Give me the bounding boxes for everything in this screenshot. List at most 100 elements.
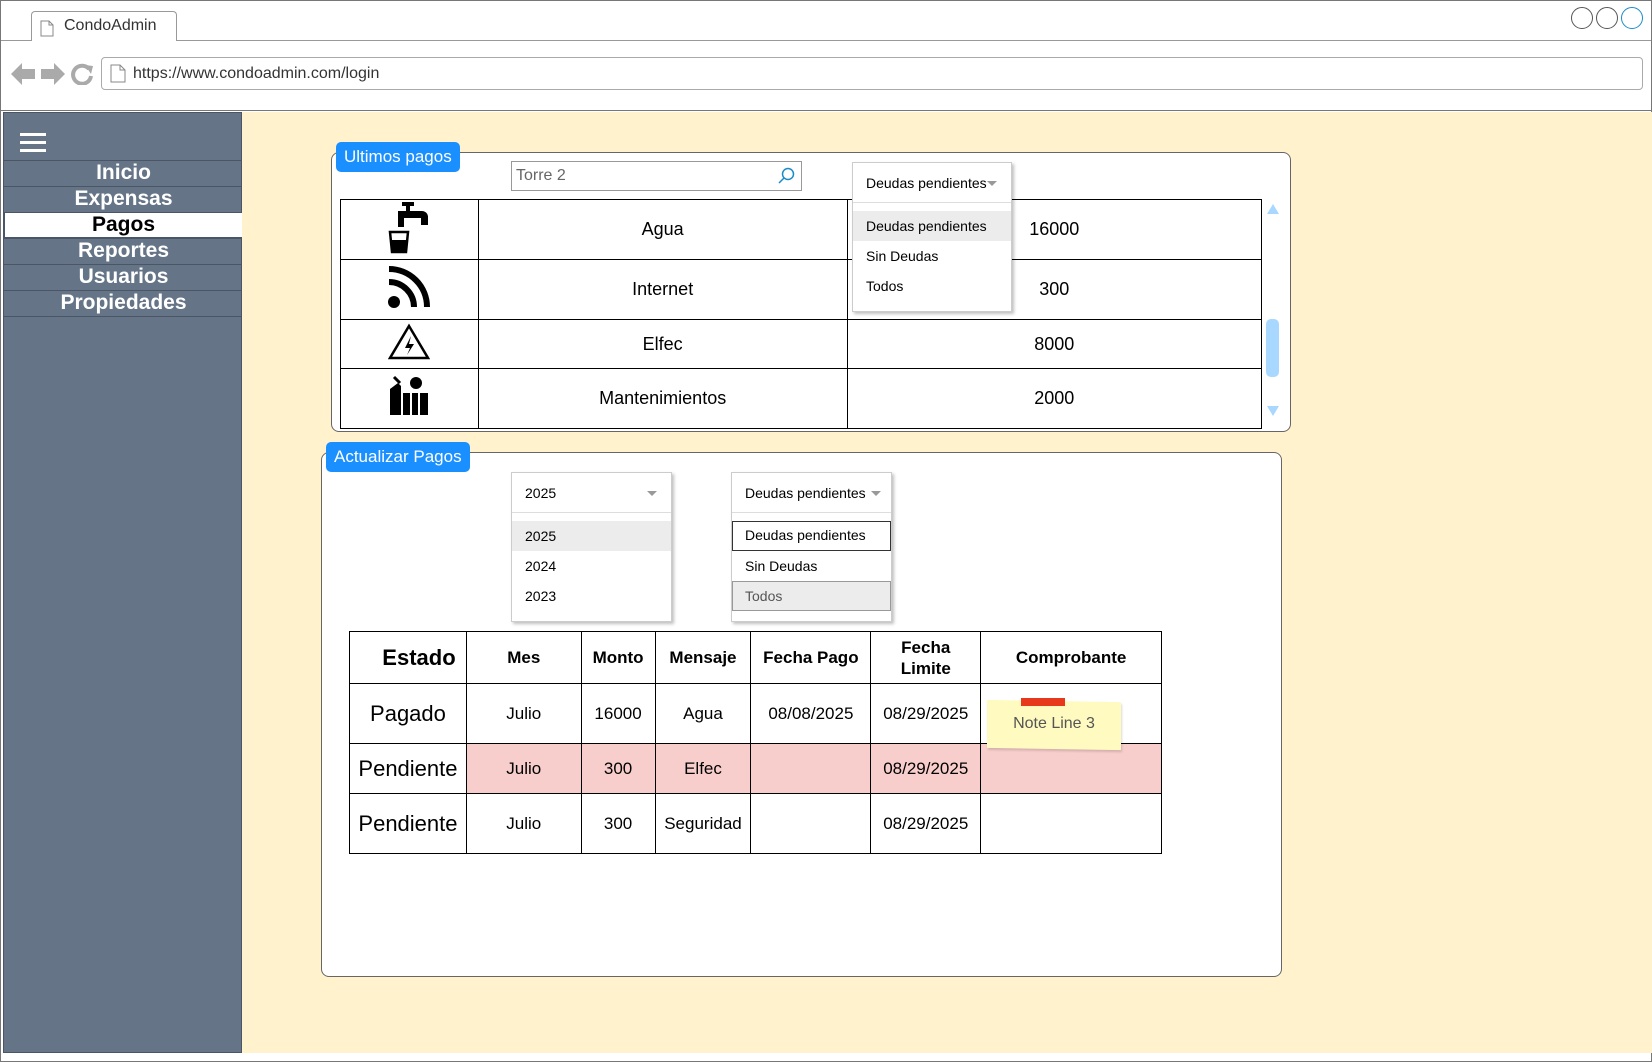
cell-mes: Julio xyxy=(465,683,582,744)
dropdown-selected-label: 2025 xyxy=(525,485,557,501)
scrollbar-thumb[interactable] xyxy=(1266,319,1279,377)
scroll-up-arrow-icon[interactable] xyxy=(1267,204,1279,214)
sidebar: Inicio Expensas Pagos Reportes Usuarios … xyxy=(3,112,243,1053)
table-row[interactable]: Pendiente Julio 300 Elfec 08/29/2025 xyxy=(349,743,1162,794)
cell-estado: Pendiente xyxy=(349,793,467,854)
header-fecha-limite: Fecha Limite xyxy=(870,631,982,684)
water-tap-icon xyxy=(389,202,429,254)
dropdown-option[interactable]: Todos xyxy=(853,271,1011,301)
header-fecha-limite-line1: Fecha xyxy=(901,637,951,657)
ultimos-pagos-title: Ultimos pagos xyxy=(336,142,460,172)
cell-comprobante[interactable] xyxy=(980,743,1162,794)
table-row[interactable]: Pendiente Julio 300 Seguridad 08/29/2025 xyxy=(349,793,1162,854)
year-filter-dropdown[interactable]: 2025 2025 2024 2023 xyxy=(511,472,672,622)
electric-hazard-icon xyxy=(388,323,431,359)
table-header-row: Estado Mes Monto Mensaje Fecha Pago Fech… xyxy=(349,631,1162,684)
dropdown-option[interactable]: 2023 xyxy=(512,581,671,611)
search-input[interactable]: Torre 2 xyxy=(511,161,802,191)
cell-mensaje: Agua xyxy=(654,683,752,744)
chevron-down-icon xyxy=(871,491,881,496)
sidebar-item-expensas[interactable]: Expensas xyxy=(4,186,243,212)
table-row[interactable]: Internet 300 xyxy=(340,259,1262,320)
table-row[interactable]: Agua 16000 xyxy=(340,199,1262,260)
dropdown-options: 2025 2024 2023 xyxy=(512,513,671,611)
scrollbar[interactable] xyxy=(1264,199,1282,423)
service-cell: Agua xyxy=(477,199,848,260)
cell-comprobante[interactable] xyxy=(980,793,1162,854)
dropdown-option[interactable]: Deudas pendientes xyxy=(853,211,1011,241)
service-cell: Mantenimientos xyxy=(477,368,848,429)
chevron-down-icon xyxy=(647,491,657,496)
header-fecha-limite-line2: Limite xyxy=(900,658,951,678)
cell-estado: Pendiente xyxy=(349,743,467,794)
header-mensaje: Mensaje xyxy=(654,631,752,684)
service-cell: Elfec xyxy=(477,319,848,369)
dropdown-option[interactable]: Sin Deudas xyxy=(853,241,1011,271)
sticky-note[interactable]: Note Line 3 xyxy=(987,698,1121,751)
dropdown-option[interactable]: Deudas pendientes xyxy=(732,521,891,551)
service-cell: Internet xyxy=(477,259,848,320)
cell-fecha-pago xyxy=(750,743,872,794)
header-monto: Monto xyxy=(580,631,656,684)
dropdown-options: Deudas pendientes Sin Deudas Todos xyxy=(853,203,1011,301)
cell-fecha-limite: 08/29/2025 xyxy=(870,743,982,794)
icon-cell xyxy=(340,368,479,429)
page-icon xyxy=(40,20,54,37)
tab-bar: CondoAdmin xyxy=(1,1,1651,42)
dropdown-selected[interactable]: Deudas pendientes xyxy=(732,473,891,513)
cell-fecha-limite: 08/29/2025 xyxy=(870,793,982,854)
cell-fecha-pago xyxy=(750,793,872,854)
close-button[interactable] xyxy=(1621,7,1643,29)
header-comprobante: Comprobante xyxy=(980,631,1162,684)
amount-cell: 8000 xyxy=(846,319,1262,369)
dropdown-option[interactable]: Sin Deudas xyxy=(732,551,891,581)
table-row[interactable]: Elfec 8000 xyxy=(340,319,1262,369)
table-row[interactable]: Mantenimientos 2000 xyxy=(340,368,1262,429)
rss-feed-icon xyxy=(388,266,431,308)
icon-cell xyxy=(340,199,479,260)
sidebar-item-reportes[interactable]: Reportes xyxy=(4,238,243,264)
dropdown-selected[interactable]: 2025 xyxy=(512,473,671,513)
browser-tab[interactable]: CondoAdmin xyxy=(31,11,177,42)
amount-cell: 2000 xyxy=(846,368,1262,429)
icon-cell xyxy=(340,259,479,320)
back-arrow-icon[interactable] xyxy=(11,63,35,85)
hamburger-menu-icon[interactable] xyxy=(20,133,46,153)
sticky-note-text: Note Line 3 xyxy=(1013,715,1095,732)
dropdown-options: Deudas pendientes Sin Deudas Todos xyxy=(732,513,891,611)
navigation-bar: https://www.condoadmin.com/login xyxy=(1,41,1651,111)
sidebar-item-usuarios[interactable]: Usuarios xyxy=(4,264,243,290)
browser-window: CondoAdmin https://www.condoadmin.com/lo… xyxy=(0,0,1652,1062)
cell-fecha-pago: 08/08/2025 xyxy=(750,683,872,744)
dropdown-selected-label: Deudas pendientes xyxy=(745,485,866,501)
header-mes: Mes xyxy=(465,631,582,684)
chevron-down-icon xyxy=(987,181,997,186)
dropdown-selected[interactable]: Deudas pendientes xyxy=(853,163,1011,203)
status-filter-dropdown[interactable]: Deudas pendientes Deudas pendientes Sin … xyxy=(731,472,892,622)
sidebar-item-pagos[interactable]: Pagos xyxy=(4,212,243,238)
maximize-button[interactable] xyxy=(1596,7,1618,29)
deudas-filter-dropdown[interactable]: Deudas pendientes Deudas pendientes Sin … xyxy=(852,162,1012,312)
sidebar-item-inicio[interactable]: Inicio xyxy=(4,160,243,186)
url-text: https://www.condoadmin.com/login xyxy=(133,65,380,82)
window-controls xyxy=(1571,7,1643,29)
dropdown-option[interactable]: Todos xyxy=(732,581,891,611)
scroll-down-arrow-icon[interactable] xyxy=(1267,406,1279,416)
dropdown-selected-label: Deudas pendientes xyxy=(866,175,987,191)
tab-title: CondoAdmin xyxy=(64,17,157,34)
cell-estado: Pagado xyxy=(349,683,467,744)
reload-icon[interactable] xyxy=(71,63,93,85)
cell-monto: 300 xyxy=(580,743,656,794)
search-value: Torre 2 xyxy=(516,167,566,184)
dropdown-option[interactable]: 2025 xyxy=(512,521,671,551)
actualizar-pagos-title: Actualizar Pagos xyxy=(326,442,470,472)
dropdown-option[interactable]: 2024 xyxy=(512,551,671,581)
minimize-button[interactable] xyxy=(1571,7,1593,29)
sidebar-item-propiedades[interactable]: Propiedades xyxy=(4,290,243,317)
cell-fecha-limite: 08/29/2025 xyxy=(870,683,982,744)
search-icon[interactable] xyxy=(777,167,795,185)
address-bar[interactable]: https://www.condoadmin.com/login xyxy=(101,57,1643,90)
page-icon xyxy=(110,64,126,83)
ultimos-pagos-table: Agua 16000 Internet 300 Elfec 8000 Mante… xyxy=(340,199,1262,429)
forward-arrow-icon[interactable] xyxy=(41,63,65,85)
